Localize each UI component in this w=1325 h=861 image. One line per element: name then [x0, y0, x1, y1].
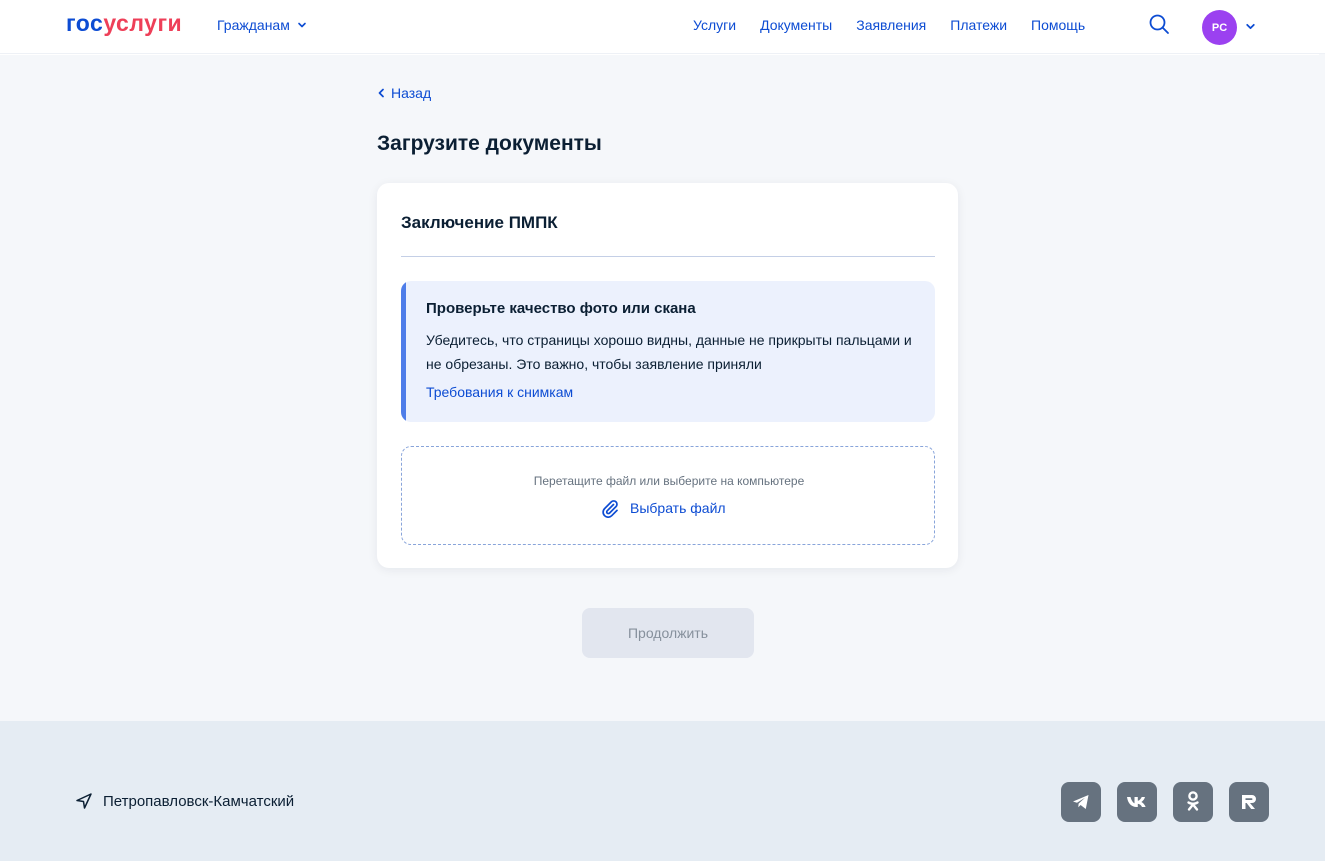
nav-item-help[interactable]: Помощь — [1031, 17, 1085, 33]
back-link[interactable]: Назад — [377, 85, 431, 101]
file-dropzone[interactable]: Перетащите файл или выберите на компьюте… — [401, 446, 935, 545]
chevron-down-icon — [298, 22, 306, 28]
location-arrow-icon — [76, 793, 92, 809]
chevron-down-icon[interactable] — [1245, 21, 1256, 32]
footer: Петропавловск-Камчатский — [0, 721, 1325, 861]
logo-part-gos: гос — [66, 10, 104, 36]
nav-item-payments[interactable]: Платежи — [950, 17, 1007, 33]
page-title: Загрузите документы — [377, 132, 602, 155]
gosuslugi-logo[interactable]: гос услуги — [66, 10, 182, 37]
top-header: гос услуги Гражданам Услуги Документы Зая… — [0, 0, 1325, 54]
choose-file-button[interactable]: Выбрать файл — [600, 498, 726, 518]
notice-title: Проверьте качество фото или скана — [426, 300, 696, 317]
back-link-label: Назад — [391, 85, 432, 101]
divider — [401, 256, 935, 257]
logo-part-uslugi: услуги — [103, 10, 183, 36]
photo-requirements-link[interactable]: Требования к снимкам — [426, 384, 573, 400]
location-selector[interactable]: Петропавловск-Камчатский — [75, 792, 294, 810]
nav-item-applications[interactable]: Заявления — [856, 17, 926, 33]
choose-file-label: Выбрать файл — [630, 500, 726, 516]
social-links — [1061, 782, 1269, 822]
telegram-icon[interactable] — [1061, 782, 1101, 822]
chevron-left-icon — [378, 88, 384, 98]
role-menu-label: Гражданам — [217, 17, 290, 33]
nav-item-documents[interactable]: Документы — [760, 17, 832, 33]
location-label: Петропавловск-Камчатский — [103, 792, 295, 810]
role-menu[interactable]: Гражданам — [217, 17, 307, 33]
nav-item-services[interactable]: Услуги — [693, 17, 736, 33]
vk-icon[interactable] — [1117, 782, 1157, 822]
quality-notice: Проверьте качество фото или скана Убедит… — [401, 281, 935, 422]
upload-card: Заключение ПМПК Проверьте качество фото … — [377, 183, 958, 568]
main-nav: Услуги Документы Заявления Платежи Помощ… — [693, 17, 1109, 33]
notice-text: Убедитесь, что страницы хорошо видны, да… — [426, 332, 912, 372]
odnoklassniki-icon[interactable] — [1173, 782, 1213, 822]
card-title: Заключение ПМПК — [401, 213, 558, 232]
search-icon[interactable] — [1148, 13, 1170, 35]
dropzone-hint: Перетащите файл или выберите на компьюте… — [533, 474, 805, 488]
continue-button[interactable]: Продолжить — [582, 608, 754, 658]
avatar[interactable]: PC — [1202, 10, 1237, 45]
rutube-icon[interactable] — [1229, 782, 1269, 822]
notice-accent-bar — [401, 281, 406, 422]
paperclip-icon — [602, 500, 618, 518]
